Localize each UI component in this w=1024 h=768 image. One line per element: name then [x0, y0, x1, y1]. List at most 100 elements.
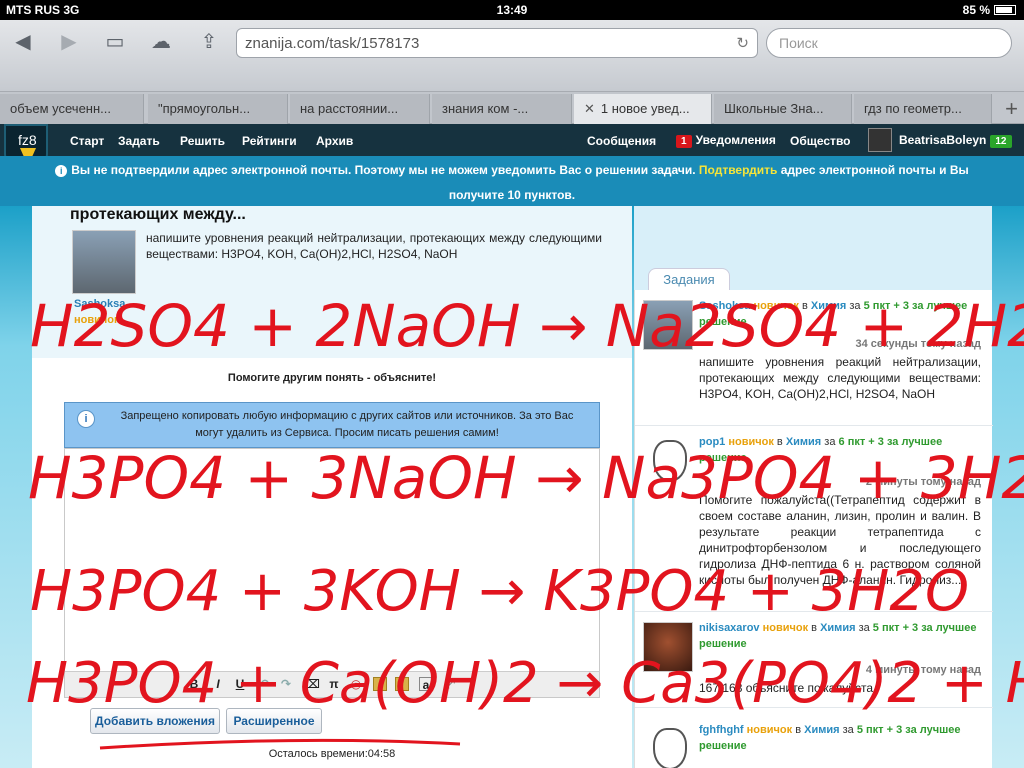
- timer-label: Осталось времени:: [268, 748, 368, 760]
- avatar[interactable]: [643, 622, 693, 672]
- advanced-editor-button[interactable]: Расширенное: [226, 708, 322, 734]
- browser-tab[interactable]: гдз по геометр...: [854, 94, 992, 124]
- fullscreen-icon[interactable]: ⤢: [443, 677, 457, 691]
- browser-tab[interactable]: объем усеченн...: [0, 94, 144, 124]
- list-item[interactable]: nikisaxarov новичок в Химия за 5 пкт + 3…: [635, 612, 993, 708]
- tab-label: "прямоугольн...: [158, 101, 251, 116]
- avatar[interactable]: [643, 436, 693, 486]
- info-icon: i: [77, 410, 95, 428]
- answer-editor[interactable]: B I U ↶ ↷ ⌫ π ◎ a ⤢: [64, 448, 600, 698]
- task-meta: nikisaxarov новичок в Химия за 5 пкт + 3…: [699, 620, 981, 652]
- browser-tab[interactable]: Школьные Зна...: [714, 94, 852, 124]
- close-tab-icon[interactable]: ✕: [584, 101, 595, 116]
- tab-tasks[interactable]: Задания: [648, 268, 730, 290]
- italic-icon[interactable]: I: [211, 677, 225, 691]
- task-for: за: [858, 622, 870, 634]
- bold-icon[interactable]: B: [187, 677, 201, 691]
- tab-label: на расстоянии...: [300, 101, 399, 116]
- nav-user[interactable]: BeatrisaBoleyn 12: [899, 133, 1016, 148]
- add-attachments-button[interactable]: Добавить вложения: [90, 708, 220, 734]
- address-bar[interactable]: znanija.com/task/1578173 ↻: [236, 28, 758, 58]
- avatar[interactable]: [643, 300, 693, 350]
- nav-solve[interactable]: Решить: [180, 134, 225, 148]
- new-tab-icon[interactable]: +: [1005, 96, 1018, 122]
- task-user[interactable]: nikisaxarov: [699, 622, 760, 634]
- bookmarks-icon[interactable]: ▭: [100, 28, 130, 56]
- tab-label: гдз по геометр...: [864, 101, 962, 116]
- points-badge: 12: [990, 135, 1012, 148]
- task-in: в: [811, 622, 818, 634]
- task-rank: новичок: [728, 436, 774, 448]
- task-user[interactable]: pop1: [699, 436, 725, 448]
- list-item[interactable]: pop1 новичок в Химия за 6 пкт + 3 за луч…: [635, 426, 993, 612]
- task-for: за: [849, 300, 861, 312]
- timer-value: 04:58: [367, 748, 396, 760]
- logo-text: fz8: [18, 132, 37, 148]
- search-input[interactable]: Поиск: [766, 28, 1012, 58]
- pi-icon[interactable]: π: [327, 677, 341, 691]
- nav-ask[interactable]: Задать: [118, 134, 160, 148]
- browser-tab-active[interactable]: ✕ 1 новое увед...: [574, 94, 712, 124]
- url-text: znanija.com/task/1578173: [245, 35, 420, 52]
- status-bar: MTS RUS 3G 13:49 85 %: [0, 0, 1024, 20]
- author-avatar[interactable]: [72, 230, 136, 294]
- nav-notifications[interactable]: 1 Уведомления: [676, 133, 776, 148]
- task-subject[interactable]: Химия: [804, 724, 839, 736]
- list-item[interactable]: fghfhghf новичок в Химия за 5 пкт + 3 за…: [635, 714, 993, 768]
- nav-community[interactable]: Общество: [790, 134, 851, 148]
- task-time: 4 минуты тому назад: [865, 664, 981, 676]
- spellcheck-icon[interactable]: a: [419, 677, 433, 692]
- task-subject[interactable]: Химия: [820, 622, 855, 634]
- task-text: напишите уровнения реакций нейтрализации…: [699, 355, 981, 401]
- nav-messages[interactable]: Сообщения: [587, 134, 656, 148]
- confirm-email-link[interactable]: Подтвердить: [699, 163, 777, 177]
- search-placeholder: Поиск: [779, 35, 818, 51]
- task-text: 167.168 объясните пожалуйста: [699, 681, 874, 695]
- undo-icon[interactable]: ↶: [257, 677, 271, 691]
- author-name[interactable]: Sashoksa: [74, 298, 125, 310]
- browser-tab[interactable]: "прямоугольн...: [148, 94, 288, 124]
- underline-icon[interactable]: U: [233, 677, 247, 691]
- task-text: Помогите пожалуйста((Тетрапептид содержи…: [699, 493, 981, 587]
- task-subject[interactable]: Химия: [811, 300, 846, 312]
- task-subject[interactable]: Химия: [786, 436, 821, 448]
- question-text: напишите уровнения реакций нейтрализации…: [146, 231, 602, 261]
- paste-text-icon[interactable]: [395, 677, 409, 691]
- clock-label: 13:49: [496, 3, 528, 17]
- browser-tab[interactable]: на расстоянии...: [290, 94, 430, 124]
- nav-start[interactable]: Старт: [70, 134, 104, 148]
- tab-label: объем усеченн...: [10, 101, 111, 116]
- battery-label: 85 %: [962, 3, 990, 17]
- task-user[interactable]: fghfhghf: [699, 724, 744, 736]
- site-navbar: Старт Задать Решить Рейтинги Архив Сообщ…: [0, 124, 1024, 156]
- battery-indicator: 85 %: [963, 3, 1016, 17]
- task-for: за: [842, 724, 854, 736]
- email-notice-bar: i Вы не подтвердили адрес электронной поч…: [0, 156, 1024, 206]
- share-icon[interactable]: ⇪: [194, 28, 224, 56]
- nav-archive[interactable]: Архив: [316, 134, 353, 148]
- avatar[interactable]: [643, 724, 693, 768]
- task-rank: новичок: [753, 300, 799, 312]
- cloud-tabs-icon[interactable]: ☁: [146, 28, 176, 56]
- time-remaining: Осталось времени:04:58: [32, 748, 632, 760]
- task-user[interactable]: Sashoksa: [699, 300, 750, 312]
- reload-icon[interactable]: ↻: [736, 34, 749, 52]
- task-rank: новичок: [746, 724, 793, 736]
- redo-icon[interactable]: ↷: [279, 677, 293, 691]
- task-meta: Sashoksa новичок в Химия за 5 пкт + 3 за…: [699, 298, 981, 330]
- browser-tab[interactable]: знания ком -...: [432, 94, 572, 124]
- nav-ratings[interactable]: Рейтинги: [242, 134, 297, 148]
- tab-label: Школьные Зна...: [724, 101, 824, 116]
- list-item[interactable]: Sashoksa новичок в Химия за 5 пкт + 3 за…: [635, 290, 993, 426]
- link-icon[interactable]: ◎: [349, 677, 363, 691]
- eraser-icon[interactable]: ⌫: [303, 677, 320, 691]
- task-meta: fghfhghf новичок в Химия за 5 пкт + 3 за…: [699, 722, 981, 754]
- task-meta: pop1 новичок в Химия за 6 пкт + 3 за луч…: [699, 434, 981, 466]
- back-icon[interactable]: ◀: [8, 28, 38, 56]
- help-heading: Помогите другим понять - объясните!: [227, 372, 437, 384]
- username-label: BeatrisaBoleyn: [899, 133, 987, 147]
- forward-icon[interactable]: ▶: [54, 28, 84, 56]
- paste-icon[interactable]: [373, 677, 387, 691]
- task-rank: новичок: [762, 622, 809, 634]
- user-avatar[interactable]: [868, 128, 892, 152]
